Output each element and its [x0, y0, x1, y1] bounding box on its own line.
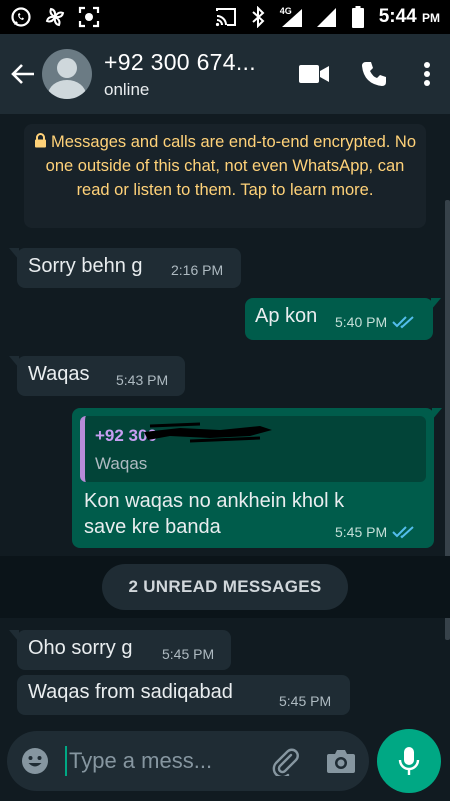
battery-icon [347, 6, 369, 28]
more-options-button[interactable] [404, 44, 450, 104]
message-time: 5:43 PM [116, 372, 169, 388]
message-text: Ap kon [255, 305, 318, 327]
redaction-scribble [144, 422, 272, 443]
attach-icon [272, 748, 299, 776]
composer [0, 721, 450, 801]
video-call-button[interactable] [284, 44, 344, 104]
encryption-notice[interactable]: Messages and calls are end-to-end encryp… [24, 124, 426, 228]
message-bubble[interactable]: +92 300 Waqas Kon waqas no ankhein khol … [72, 408, 442, 548]
message-text-line: save kre banda [84, 516, 221, 538]
message-input-bar[interactable] [7, 731, 369, 791]
attach-button[interactable] [257, 731, 313, 791]
camera-button[interactable] [313, 731, 369, 791]
more-vert-icon [424, 62, 430, 86]
double-check-icon [392, 526, 414, 539]
message-bubble[interactable]: Sorry behn g 2:16 PM [9, 248, 241, 288]
status-bar: 4G 5:44 PM [0, 0, 450, 34]
contact-name: +92 300 674... [104, 48, 256, 75]
message-bubble[interactable]: Oho sorry g 5:45 PM [9, 630, 231, 670]
message-text: Waqas from sadiqabad [28, 681, 233, 703]
message-text: Oho sorry g [28, 637, 133, 659]
whatsapp-icon [10, 6, 32, 28]
message-text: Waqas [28, 363, 90, 385]
signal-4g-icon: 4G [279, 6, 305, 28]
screenshot-icon [78, 6, 100, 28]
message-bubble[interactable]: Ap kon 5:40 PM [245, 298, 441, 340]
message-time: 5:45 PM [279, 693, 332, 709]
emoji-button[interactable] [7, 731, 63, 791]
video-call-icon [299, 65, 329, 83]
mic-icon [398, 747, 420, 775]
cast-icon [215, 6, 237, 28]
voice-message-button[interactable] [377, 729, 441, 793]
chat-header: +92 300 674... online [0, 34, 450, 114]
lock-icon [34, 133, 46, 148]
encryption-notice-text: Messages and calls are end-to-end encryp… [45, 133, 417, 199]
message-text: Sorry behn g [28, 255, 143, 277]
network-label: 4G [279, 6, 292, 16]
bluetooth-icon [247, 6, 269, 28]
message-time: 5:45 PM [335, 524, 388, 540]
message-input[interactable] [69, 748, 247, 774]
voice-call-button[interactable] [344, 44, 404, 104]
message-bubble[interactable]: Waqas 5:43 PM [9, 356, 185, 396]
quoted-message[interactable]: +92 300 Waqas [80, 416, 426, 482]
back-arrow-icon [11, 64, 34, 84]
message-time: 5:40 PM [335, 314, 388, 330]
status-time: 5:44 PM [378, 6, 440, 27]
camera-icon [327, 750, 355, 773]
contact-status: online [104, 79, 150, 99]
avatar[interactable] [42, 49, 92, 99]
phone-icon [362, 62, 386, 86]
chat-area[interactable]: Messages and calls are end-to-end encryp… [0, 114, 450, 721]
unread-messages-label: 2 UNREAD MESSAGES [102, 564, 348, 610]
message-time: 2:16 PM [171, 262, 224, 278]
back-button[interactable] [2, 44, 44, 104]
message-bubble[interactable]: Waqas from sadiqabad 5:45 PM [17, 675, 350, 715]
contact-info[interactable]: +92 300 674... online [104, 49, 256, 100]
emoji-icon [22, 748, 48, 774]
pinwheel-icon [44, 6, 66, 28]
text-cursor [65, 746, 67, 776]
quoted-text: Waqas [95, 454, 148, 473]
signal-icon [315, 6, 337, 28]
message-text-line: Kon waqas no ankhein khol k [84, 490, 345, 512]
message-time: 5:45 PM [162, 646, 215, 662]
double-check-icon [392, 316, 414, 329]
